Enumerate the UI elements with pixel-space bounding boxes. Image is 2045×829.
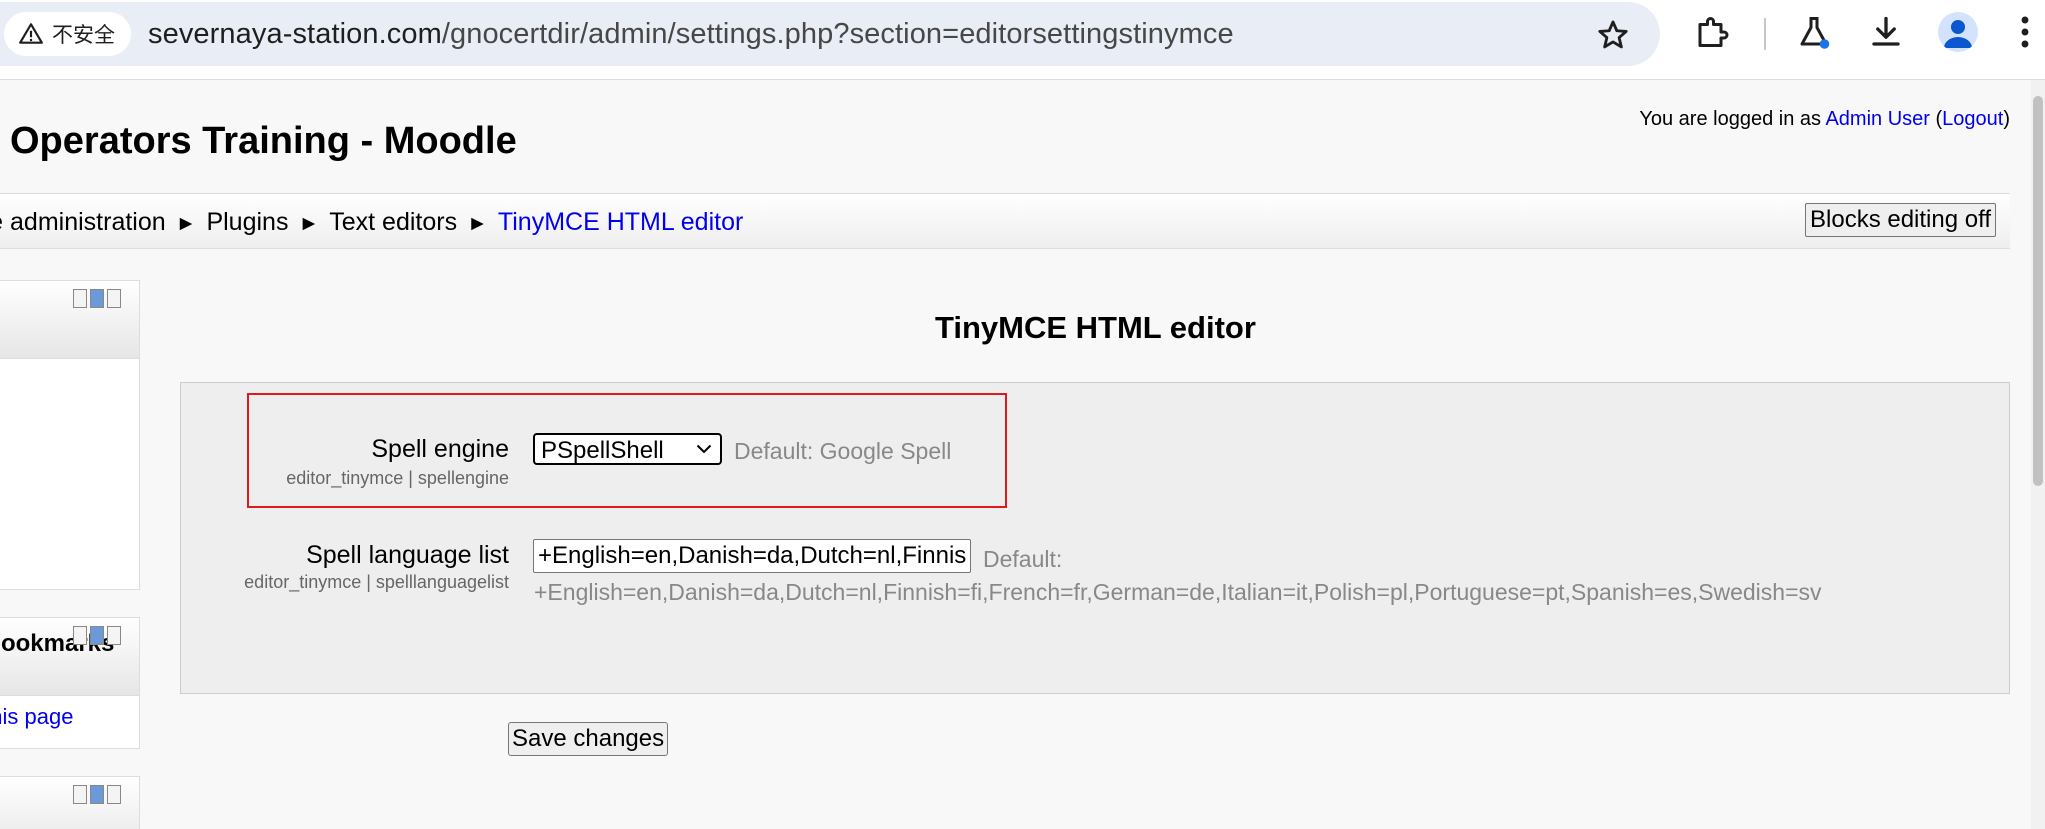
dock-icon[interactable] <box>90 289 104 308</box>
spell-language-list-key: editor_tinymce | spelllanguagelist <box>244 572 509 592</box>
dock-icon[interactable] <box>90 785 104 804</box>
spell-engine-select[interactable]: PSpellShell <box>533 433 722 465</box>
site-title: Operators Training - Moodle <box>10 120 517 162</box>
browser-toolbar: 不安全 severnaya-station.com/gnocertdir/adm… <box>0 0 2045 80</box>
collapse-icon[interactable] <box>73 289 87 308</box>
spell-language-list-input[interactable] <box>533 539 971 573</box>
save-changes-button[interactable]: Save changes <box>508 722 669 756</box>
user-profile-link[interactable]: Admin User <box>1825 108 1929 130</box>
block-body: Bookmark this page <box>0 696 139 748</box>
bookmark-page-link[interactable]: Bookmark this page <box>0 704 73 730</box>
paren-close: ) <box>2003 108 2010 130</box>
browser-menu-icon[interactable] <box>2018 14 2032 50</box>
move-icon[interactable] <box>107 626 121 645</box>
extensions-icon[interactable] <box>1694 14 1730 50</box>
url-host: severnaya-station.com <box>148 18 442 50</box>
labs-flask-icon[interactable] <box>1796 14 1832 50</box>
side-block-settings <box>0 776 140 829</box>
block-controls <box>73 626 121 645</box>
toolbar-separator <box>1764 18 1766 50</box>
security-label: 不安全 <box>52 23 115 47</box>
download-icon[interactable] <box>1868 14 1904 50</box>
block-header <box>0 281 139 359</box>
side-block-bookmarks: Admin bookmarks Bookmark this page <box>0 617 140 749</box>
collapse-icon[interactable] <box>73 785 87 804</box>
move-icon[interactable] <box>107 785 121 804</box>
block-header: Admin bookmarks <box>0 618 139 696</box>
url-path: /gnocertdir/admin/settings.php?section=e… <box>441 18 1234 50</box>
scrollbar-thumb[interactable] <box>2033 96 2043 486</box>
navbar: Site administration ► Plugins ► Text editors… <box>0 193 2010 249</box>
login-prefix: You are logged in as <box>1639 108 1826 130</box>
url-text[interactable]: severnaya-station.com/gnocertdir/admin/s… <box>148 18 1234 51</box>
move-icon[interactable] <box>107 289 121 308</box>
warning-icon <box>19 23 43 44</box>
bookmark-star-icon[interactable] <box>1596 18 1630 52</box>
block-controls <box>73 289 121 308</box>
spell-engine-value: PSpellShell <box>541 437 664 464</box>
block-header <box>0 777 139 829</box>
breadcrumb-separator: ► <box>298 212 320 235</box>
spell-language-list-label: Spell language list <box>306 541 509 569</box>
dock-icon[interactable] <box>90 626 104 645</box>
breadcrumb: Site administration ► Plugins ► Text editors… <box>0 208 743 237</box>
breadcrumb-separator: ► <box>467 212 488 235</box>
logout-link[interactable]: Logout <box>1942 108 2003 130</box>
page-scrollbar[interactable] <box>2031 80 2045 829</box>
profile-person-icon <box>1944 20 1972 48</box>
breadcrumb-item[interactable]: Plugins <box>206 208 288 236</box>
breadcrumb-item[interactable]: Text editors <box>329 208 457 236</box>
spell-language-default-value: +English=en,Danish=da,Dutch=nl,Finnish=f… <box>534 579 1822 605</box>
page-content: Operators Training - Moodle You are logg… <box>0 80 2025 829</box>
spell-engine-label: Spell engine <box>371 435 509 463</box>
address-bar[interactable]: 不安全 severnaya-station.com/gnocertdir/adm… <box>0 2 1660 66</box>
profile-avatar[interactable] <box>1938 12 1978 52</box>
blocks-editing-button[interactable]: Blocks editing off <box>1805 203 1996 237</box>
page-heading: TinyMCE HTML editor <box>935 310 1256 345</box>
spell-engine-key: editor_tinymce | spellengine <box>286 468 509 488</box>
breadcrumb-item[interactable]: Site administration <box>0 208 166 236</box>
breadcrumb-current[interactable]: TinyMCE HTML editor <box>498 208 743 236</box>
spell-engine-default: Default: Google Spell <box>734 438 952 464</box>
paren-open: ( <box>1929 108 1943 130</box>
collapse-icon[interactable] <box>73 626 87 645</box>
block-controls <box>73 785 121 804</box>
login-info: You are logged in as Admin User (Logout) <box>1639 108 2010 131</box>
spell-language-default-label: Default: <box>983 546 1063 572</box>
breadcrumb-separator: ► <box>175 212 197 235</box>
chevron-down-icon <box>696 444 712 454</box>
side-block-navigation <box>0 280 140 590</box>
security-chip[interactable]: 不安全 <box>4 12 131 56</box>
